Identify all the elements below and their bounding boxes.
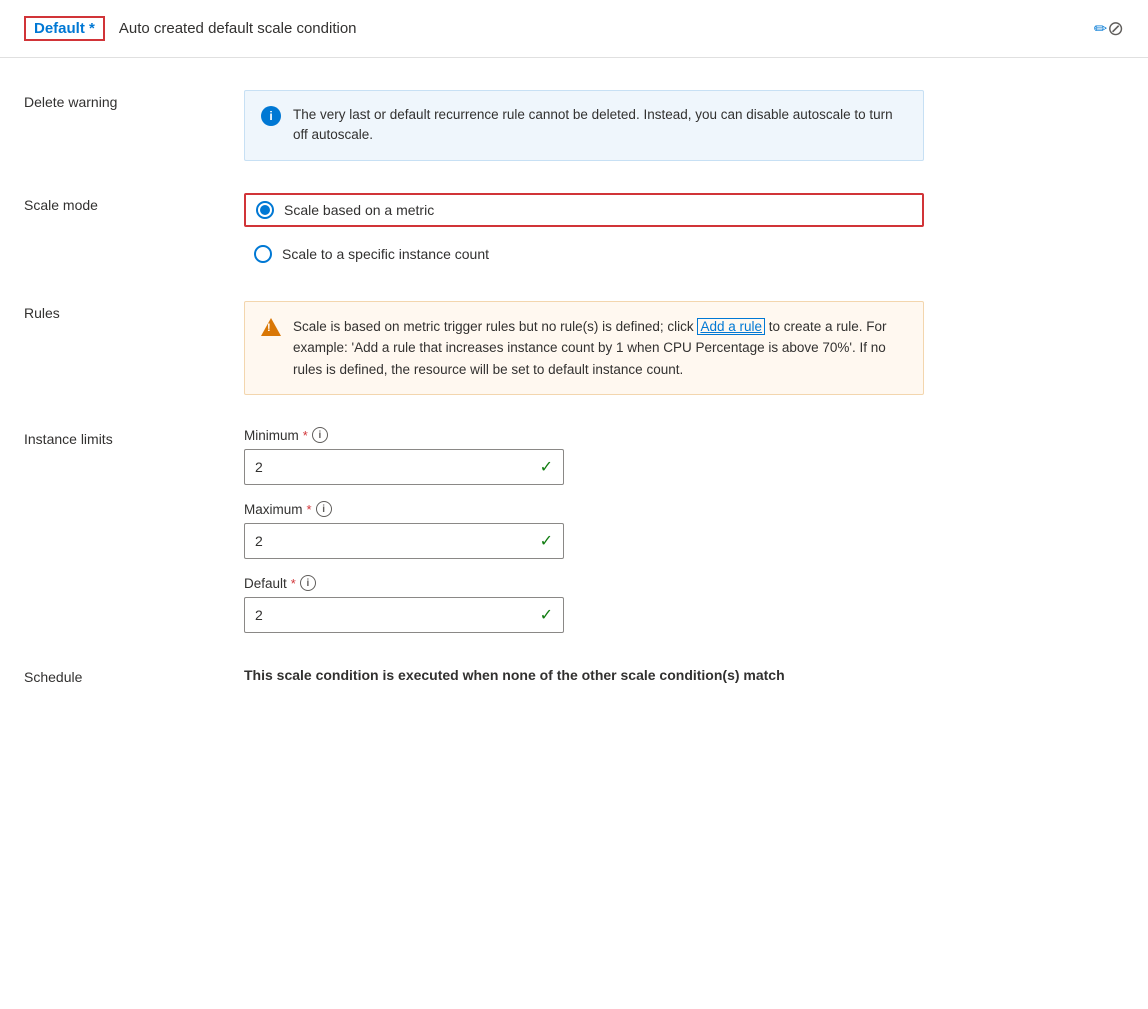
- scale-mode-radio-group: Scale based on a metric Scale to a speci…: [244, 193, 924, 269]
- default-required-star: *: [291, 576, 296, 591]
- info-icon: i: [261, 106, 281, 126]
- delete-warning-row: Delete warning i The very last or defaul…: [24, 90, 1124, 161]
- default-value: 2: [255, 607, 263, 623]
- default-info-icon[interactable]: i: [300, 575, 316, 591]
- maximum-value: 2: [255, 533, 263, 549]
- maximum-info-icon[interactable]: i: [316, 501, 332, 517]
- minimum-label: Minimum: [244, 428, 299, 443]
- rules-warning-text: Scale is based on metric trigger rules b…: [293, 316, 907, 381]
- default-field-label: Default * i: [244, 575, 924, 591]
- add-a-rule-link[interactable]: Add a rule: [697, 318, 765, 335]
- rules-warning-box: Scale is based on metric trigger rules b…: [244, 301, 924, 396]
- instance-limits-control: Minimum * i 2 ✓ Maximum * i: [244, 427, 924, 633]
- instance-limits-group: Minimum * i 2 ✓ Maximum * i: [244, 427, 924, 633]
- minimum-check-icon: ✓: [540, 457, 553, 477]
- minimum-field-group: Minimum * i 2 ✓: [244, 427, 924, 485]
- radio-label-specific: Scale to a specific instance count: [282, 246, 489, 262]
- rules-row: Rules Scale is based on metric trigger r…: [24, 301, 1124, 396]
- rules-control: Scale is based on metric trigger rules b…: [244, 301, 924, 396]
- rules-warning-before: Scale is based on metric trigger rules b…: [293, 319, 697, 334]
- default-input[interactable]: 2 ✓: [244, 597, 564, 633]
- radio-label-metric: Scale based on a metric: [284, 202, 434, 218]
- delete-warning-label: Delete warning: [24, 90, 244, 110]
- default-field-group: Default * i 2 ✓: [244, 575, 924, 633]
- warning-triangle-icon: [261, 318, 281, 336]
- schedule-row: Schedule This scale condition is execute…: [24, 665, 1124, 686]
- scale-mode-row: Scale mode Scale based on a metric Scale…: [24, 193, 1124, 269]
- schedule-text: This scale condition is executed when no…: [244, 665, 924, 686]
- instance-limits-row: Instance limits Minimum * i 2 ✓: [24, 427, 1124, 633]
- maximum-field-label: Maximum * i: [244, 501, 924, 517]
- content-area: Delete warning i The very last or defaul…: [0, 58, 1148, 750]
- minimum-info-icon[interactable]: i: [312, 427, 328, 443]
- maximum-check-icon: ✓: [540, 531, 553, 551]
- radio-circle-metric: [256, 201, 274, 219]
- radio-option-metric[interactable]: Scale based on a metric: [244, 193, 924, 227]
- minimum-required-star: *: [303, 428, 308, 443]
- schedule-control: This scale condition is executed when no…: [244, 665, 924, 686]
- radio-option-specific[interactable]: Scale to a specific instance count: [244, 239, 924, 269]
- maximum-required-star: *: [307, 502, 312, 517]
- minimum-input[interactable]: 2 ✓: [244, 449, 564, 485]
- scale-mode-label: Scale mode: [24, 193, 244, 213]
- maximum-input[interactable]: 2 ✓: [244, 523, 564, 559]
- delete-warning-control: i The very last or default recurrence ru…: [244, 90, 924, 161]
- default-badge: Default *: [24, 16, 105, 41]
- delete-warning-info-box: i The very last or default recurrence ru…: [244, 90, 924, 161]
- scale-mode-control: Scale based on a metric Scale to a speci…: [244, 193, 924, 269]
- edit-icon[interactable]: ✏: [1094, 19, 1107, 39]
- schedule-label: Schedule: [24, 665, 244, 685]
- default-check-icon: ✓: [540, 605, 553, 625]
- radio-circle-specific: [254, 245, 272, 263]
- header-title: Auto created default scale condition: [119, 20, 1084, 37]
- delete-warning-text: The very last or default recurrence rule…: [293, 105, 907, 146]
- page-header: Default * Auto created default scale con…: [0, 0, 1148, 58]
- maximum-label: Maximum: [244, 502, 303, 517]
- warning-icon: [261, 318, 281, 336]
- rules-label: Rules: [24, 301, 244, 321]
- minimum-field-label: Minimum * i: [244, 427, 924, 443]
- default-label: Default: [244, 576, 287, 591]
- instance-limits-label: Instance limits: [24, 427, 244, 447]
- delete-icon[interactable]: ⊘: [1107, 16, 1124, 41]
- maximum-field-group: Maximum * i 2 ✓: [244, 501, 924, 559]
- minimum-value: 2: [255, 459, 263, 475]
